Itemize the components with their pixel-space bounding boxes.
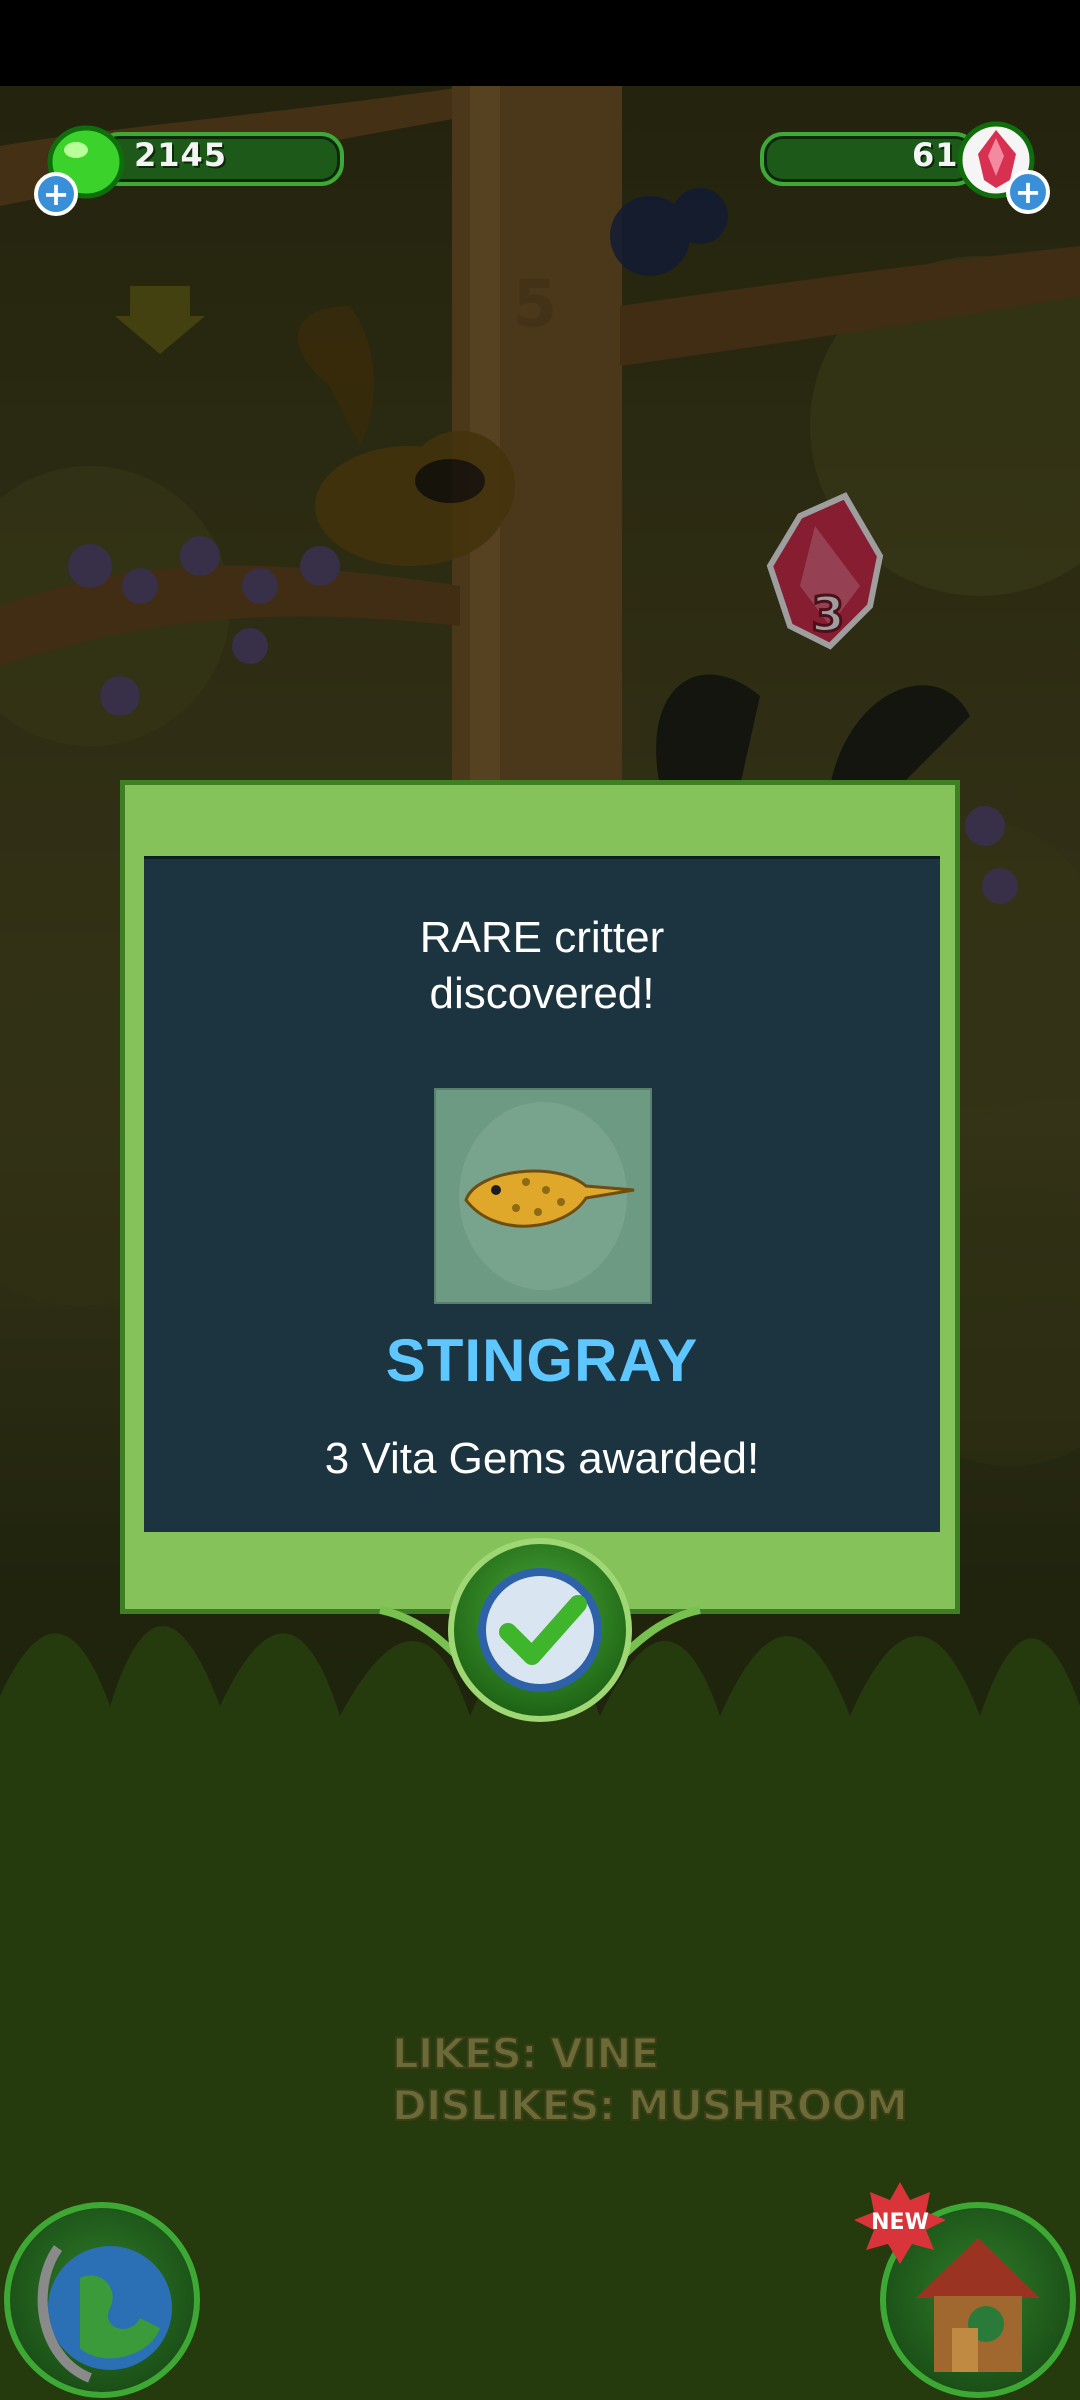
add-green-gems-button[interactable]: +	[34, 172, 78, 216]
critter-preferences: LIKES: VINE DISLIKES: MUSHROOM	[391, 2028, 909, 2132]
stingray-icon	[459, 1102, 635, 1290]
left-currency-value: 2145	[134, 136, 228, 174]
status-bar	[0, 0, 1080, 86]
right-currency-value: 61	[912, 136, 959, 174]
globe-icon	[37, 2245, 172, 2383]
floating-reward-count: 3	[811, 587, 844, 643]
critter-name: STINGRAY	[385, 1327, 699, 1394]
dislikes-line: DISLIKES: MUSHROOM	[391, 2080, 909, 2131]
tree-marker: 5	[513, 268, 558, 342]
new-badge-label: NEW	[871, 2210, 929, 2235]
confirm-button[interactable]	[448, 1538, 632, 1722]
new-badge: NEW	[852, 2182, 948, 2266]
world-map-button[interactable]	[4, 2202, 200, 2398]
critter-portrait	[434, 1088, 652, 1304]
likes-line: LIKES: VINE	[391, 2028, 660, 2079]
award-message: 3 Vita Gems awarded!	[324, 1434, 760, 1483]
game-screen: 5 3 2145 + 61 + RARE critter discovered!	[0, 0, 1080, 2400]
dialog-title: RARE critter discovered!	[419, 913, 665, 1018]
add-red-crystals-button[interactable]: +	[1006, 170, 1050, 214]
checkmark-icon	[478, 1568, 602, 1692]
